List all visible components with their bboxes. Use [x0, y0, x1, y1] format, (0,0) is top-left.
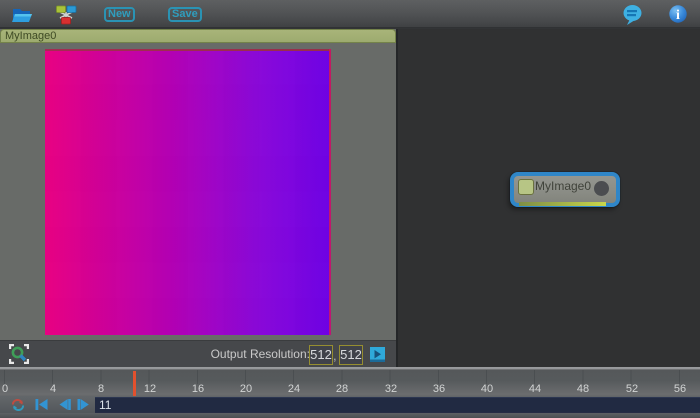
svg-text:i: i: [676, 8, 680, 23]
